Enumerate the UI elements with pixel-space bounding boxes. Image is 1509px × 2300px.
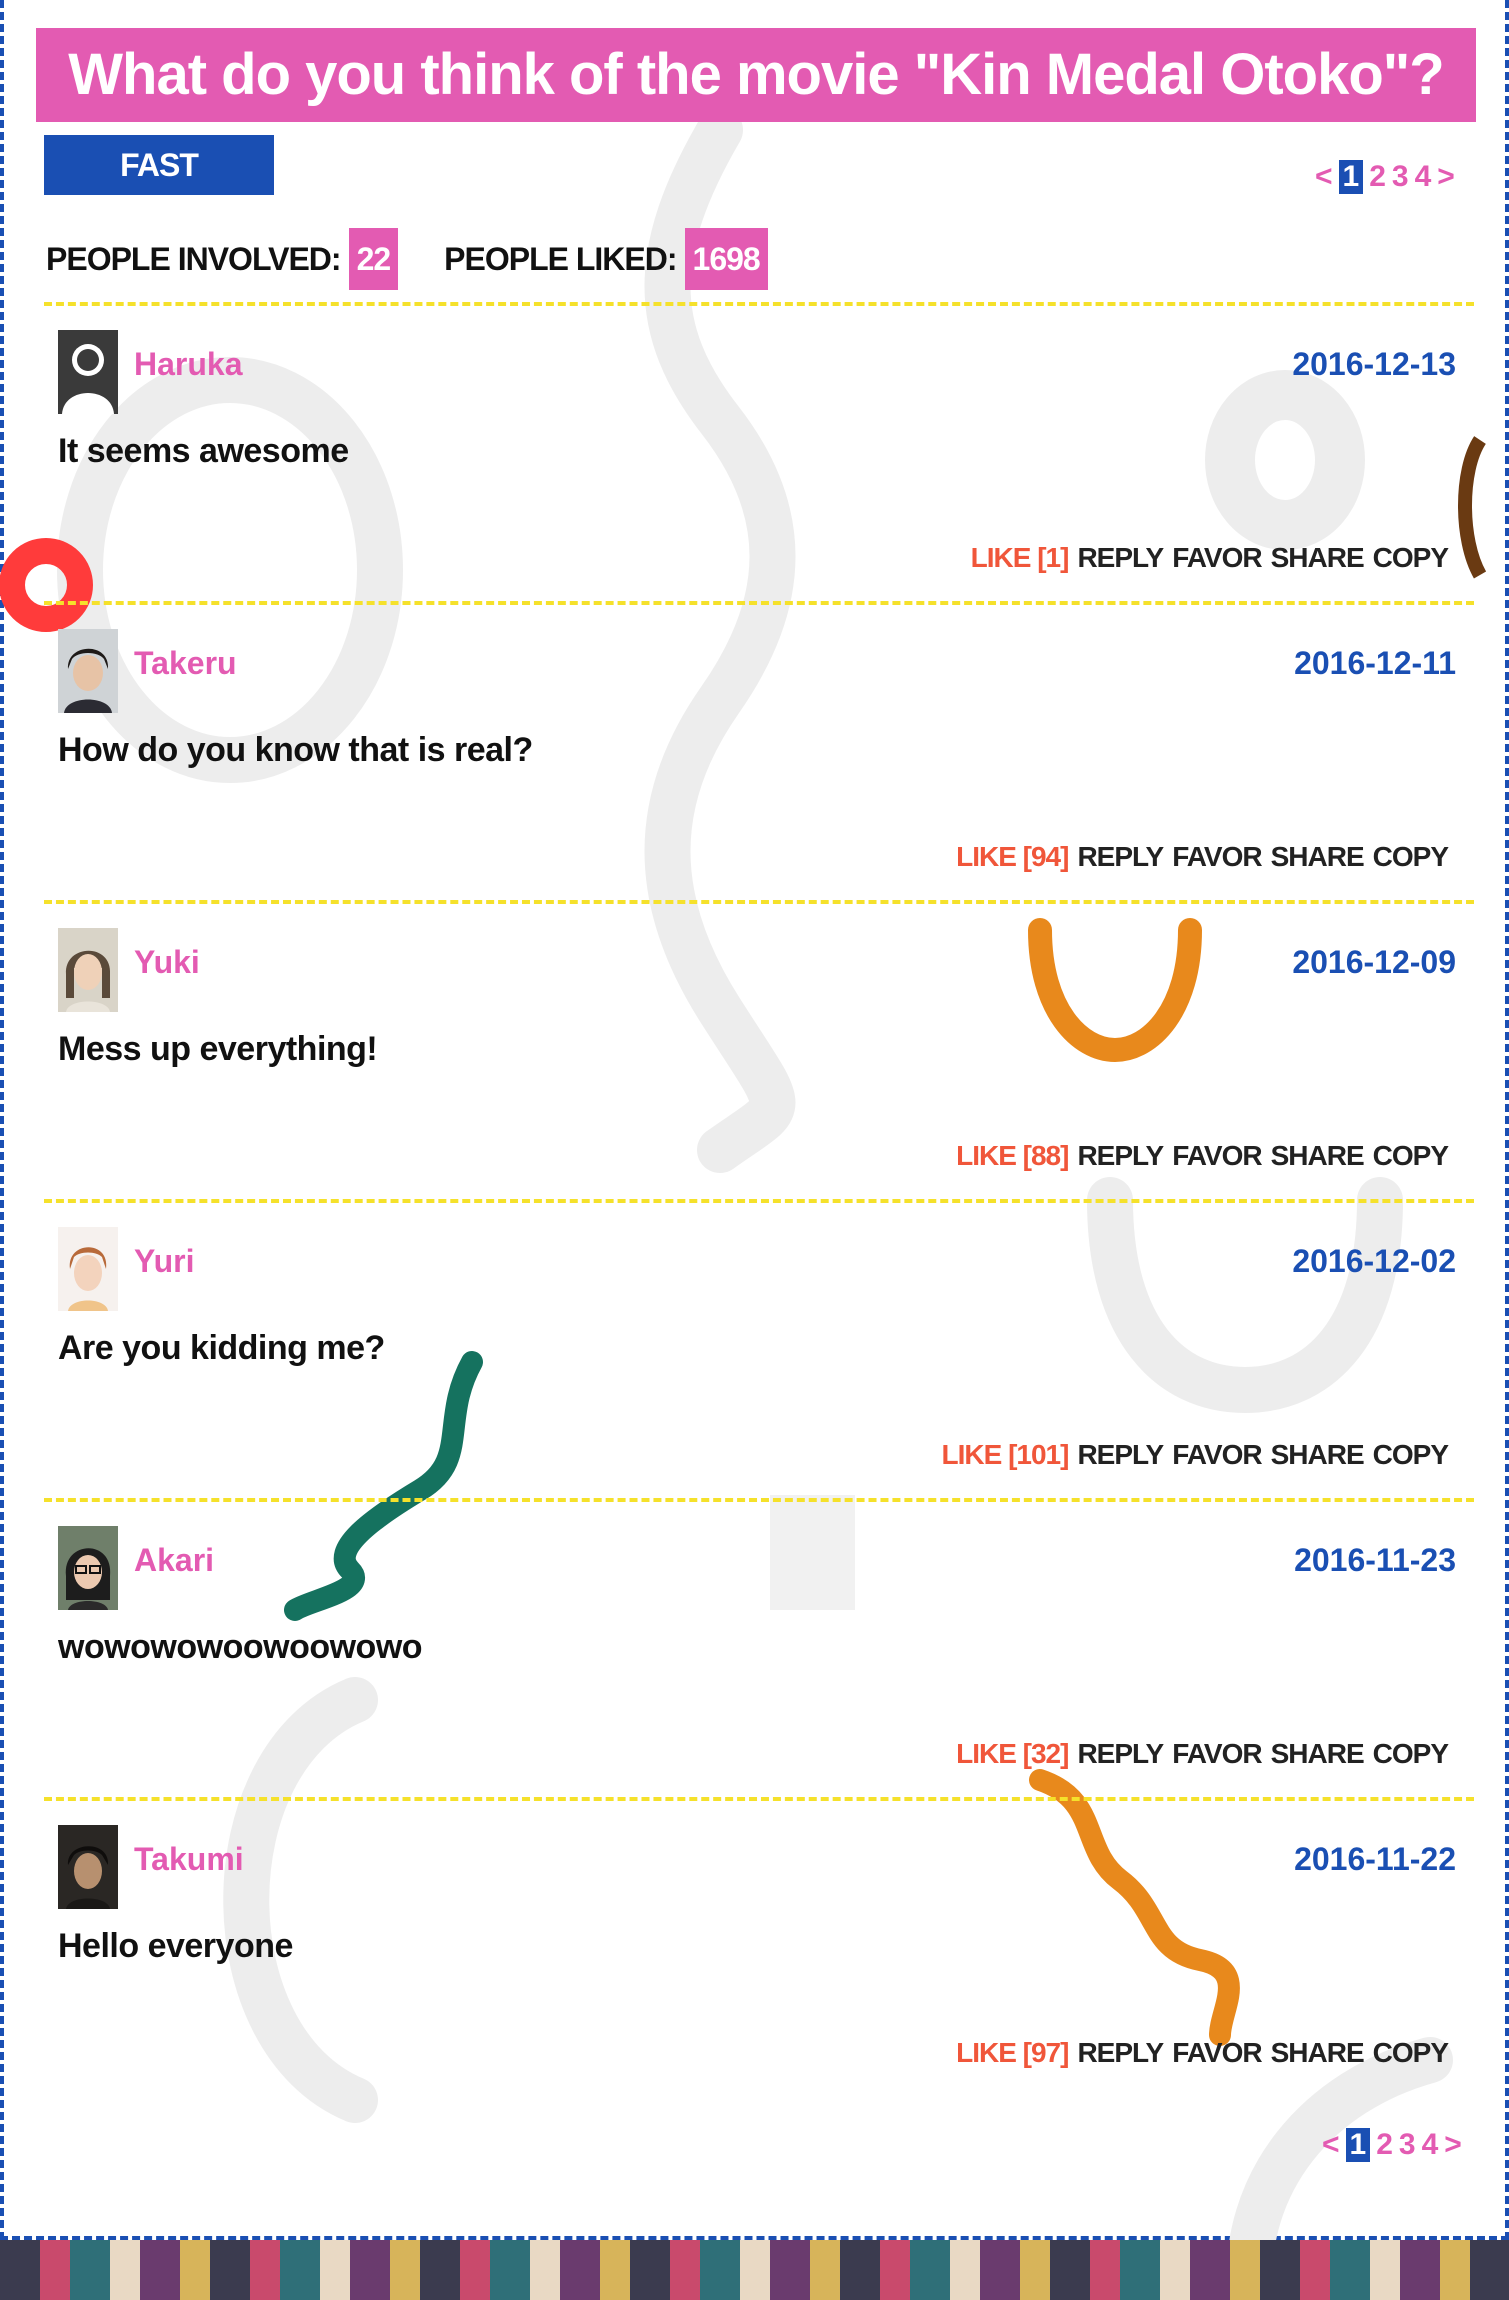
share-button[interactable]: SHARE: [1271, 542, 1365, 574]
avatar[interactable]: [58, 1227, 118, 1311]
fast-comments-button[interactable]: FAST COMMENTS: [44, 135, 274, 243]
comment-text: wowowowoowoowowo: [58, 1628, 423, 1666]
avatar[interactable]: [58, 1825, 118, 1909]
prev-page-button[interactable]: <: [1322, 2128, 1340, 2162]
like-button[interactable]: LIKE [94]: [956, 841, 1069, 873]
comment-item: Yuri 2016-12-02 Are you kidding me? LIKE…: [44, 1203, 1474, 1497]
favor-button[interactable]: FAVOR: [1172, 542, 1262, 574]
reply-button[interactable]: REPLY: [1077, 2037, 1164, 2069]
avatar[interactable]: [58, 629, 118, 713]
reply-button[interactable]: REPLY: [1077, 1738, 1164, 1770]
favor-button[interactable]: FAVOR: [1172, 841, 1262, 873]
user-photo-icon: [58, 1227, 118, 1311]
people-liked-count: 1698: [684, 228, 768, 290]
page-button-4[interactable]: 4: [1415, 160, 1432, 194]
comment-date: 2016-12-02: [1292, 1243, 1456, 1279]
favor-button[interactable]: FAVOR: [1172, 1439, 1262, 1471]
prev-page-button[interactable]: <: [1315, 160, 1333, 194]
favor-button[interactable]: FAVOR: [1172, 2037, 1262, 2069]
comment-date: 2016-12-09: [1292, 944, 1456, 980]
like-button[interactable]: LIKE [1]: [971, 542, 1070, 574]
reply-button[interactable]: REPLY: [1077, 1140, 1164, 1172]
reply-button[interactable]: REPLY: [1077, 1439, 1164, 1471]
comment-item: Haruka 2016-12-13 It seems awesome LIKE …: [44, 306, 1474, 600]
comment-actions: LIKE [94] REPLY FAVOR SHARE COPY: [956, 841, 1449, 873]
page-button-4[interactable]: 4: [1422, 2128, 1439, 2162]
avatar[interactable]: [58, 330, 118, 414]
avatar[interactable]: [58, 928, 118, 1012]
comment-text: Are you kidding me?: [58, 1329, 385, 1367]
comment-date: 2016-12-11: [1294, 645, 1456, 681]
copy-button[interactable]: COPY: [1373, 1439, 1449, 1471]
avatar[interactable]: [58, 1526, 118, 1610]
stats-row: PEOPLE INVOLVED: 22 PEOPLE LIKED: 1698: [46, 228, 814, 290]
username-link[interactable]: Akari: [134, 1542, 214, 1579]
user-photo-icon: [58, 1526, 118, 1610]
reply-button[interactable]: REPLY: [1077, 542, 1164, 574]
people-involved-count: 22: [348, 228, 399, 290]
like-button[interactable]: LIKE [97]: [956, 2037, 1069, 2069]
copy-button[interactable]: COPY: [1373, 2037, 1449, 2069]
user-photo-icon: [58, 928, 118, 1012]
comment-actions: LIKE [101] REPLY FAVOR SHARE COPY: [942, 1439, 1449, 1471]
share-button[interactable]: SHARE: [1271, 1738, 1365, 1770]
comment-actions: LIKE [1] REPLY FAVOR SHARE COPY: [971, 542, 1449, 574]
user-photo-icon: [58, 1825, 118, 1909]
pagination-top: < 1 2 3 4 >: [1315, 160, 1455, 194]
copy-button[interactable]: COPY: [1373, 841, 1449, 873]
share-button[interactable]: SHARE: [1271, 1140, 1365, 1172]
share-button[interactable]: SHARE: [1271, 841, 1365, 873]
like-button[interactable]: LIKE [88]: [956, 1140, 1069, 1172]
comment-date: 2016-11-23: [1294, 1542, 1456, 1578]
copy-button[interactable]: COPY: [1373, 542, 1449, 574]
page-title: What do you think of the movie "Kin Meda…: [36, 28, 1476, 122]
comment-date: 2016-11-22: [1294, 1841, 1456, 1877]
people-involved-label: PEOPLE INVOLVED:: [46, 240, 342, 277]
username-link[interactable]: Yuki: [134, 944, 200, 981]
next-page-button[interactable]: >: [1444, 2128, 1462, 2162]
people-liked-label: PEOPLE LIKED:: [444, 240, 677, 277]
copy-button[interactable]: COPY: [1373, 1738, 1449, 1770]
share-button[interactable]: SHARE: [1271, 1439, 1365, 1471]
like-button[interactable]: LIKE [32]: [956, 1738, 1069, 1770]
page-button-3[interactable]: 3: [1399, 2128, 1416, 2162]
username-link[interactable]: Haruka: [134, 346, 243, 383]
reply-button[interactable]: REPLY: [1077, 841, 1164, 873]
comment-item: Takeru 2016-12-11 How do you know that i…: [44, 605, 1474, 899]
comment-item: Takumi 2016-11-22 Hello everyone LIKE [9…: [44, 1801, 1474, 2095]
page-button-2[interactable]: 2: [1369, 160, 1386, 194]
comment-text: It seems awesome: [58, 432, 349, 470]
page-button-1[interactable]: 1: [1345, 2128, 1371, 2162]
page-button-2[interactable]: 2: [1376, 2128, 1393, 2162]
default-avatar-icon: [58, 330, 118, 414]
comment-text: Hello everyone: [58, 1927, 293, 1965]
comment-text: How do you know that is real?: [58, 731, 533, 769]
comment-actions: LIKE [32] REPLY FAVOR SHARE COPY: [956, 1738, 1449, 1770]
comment-actions: LIKE [88] REPLY FAVOR SHARE COPY: [956, 1140, 1449, 1172]
footer-illustration-strip: [0, 2240, 1509, 2300]
share-button[interactable]: SHARE: [1271, 2037, 1365, 2069]
like-button[interactable]: LIKE [101]: [942, 1439, 1070, 1471]
favor-button[interactable]: FAVOR: [1172, 1738, 1262, 1770]
user-photo-icon: [58, 629, 118, 713]
comment-date: 2016-12-13: [1292, 346, 1456, 382]
username-link[interactable]: Takumi: [134, 1841, 244, 1878]
favor-button[interactable]: FAVOR: [1172, 1140, 1262, 1172]
comment-item: Akari 2016-11-23 wowowowoowoowowo LIKE […: [44, 1502, 1474, 1796]
comment-text: Mess up everything!: [58, 1030, 378, 1068]
username-link[interactable]: Yuri: [134, 1243, 194, 1280]
pagination-bottom: < 1 2 3 4 >: [1322, 2128, 1462, 2162]
page-button-1[interactable]: 1: [1338, 160, 1364, 194]
page-button-3[interactable]: 3: [1392, 160, 1409, 194]
next-page-button[interactable]: >: [1437, 160, 1455, 194]
username-link[interactable]: Takeru: [134, 645, 237, 682]
copy-button[interactable]: COPY: [1373, 1140, 1449, 1172]
comment-actions: LIKE [97] REPLY FAVOR SHARE COPY: [956, 2037, 1449, 2069]
comment-item: Yuki 2016-12-09 Mess up everything! LIKE…: [44, 904, 1474, 1198]
